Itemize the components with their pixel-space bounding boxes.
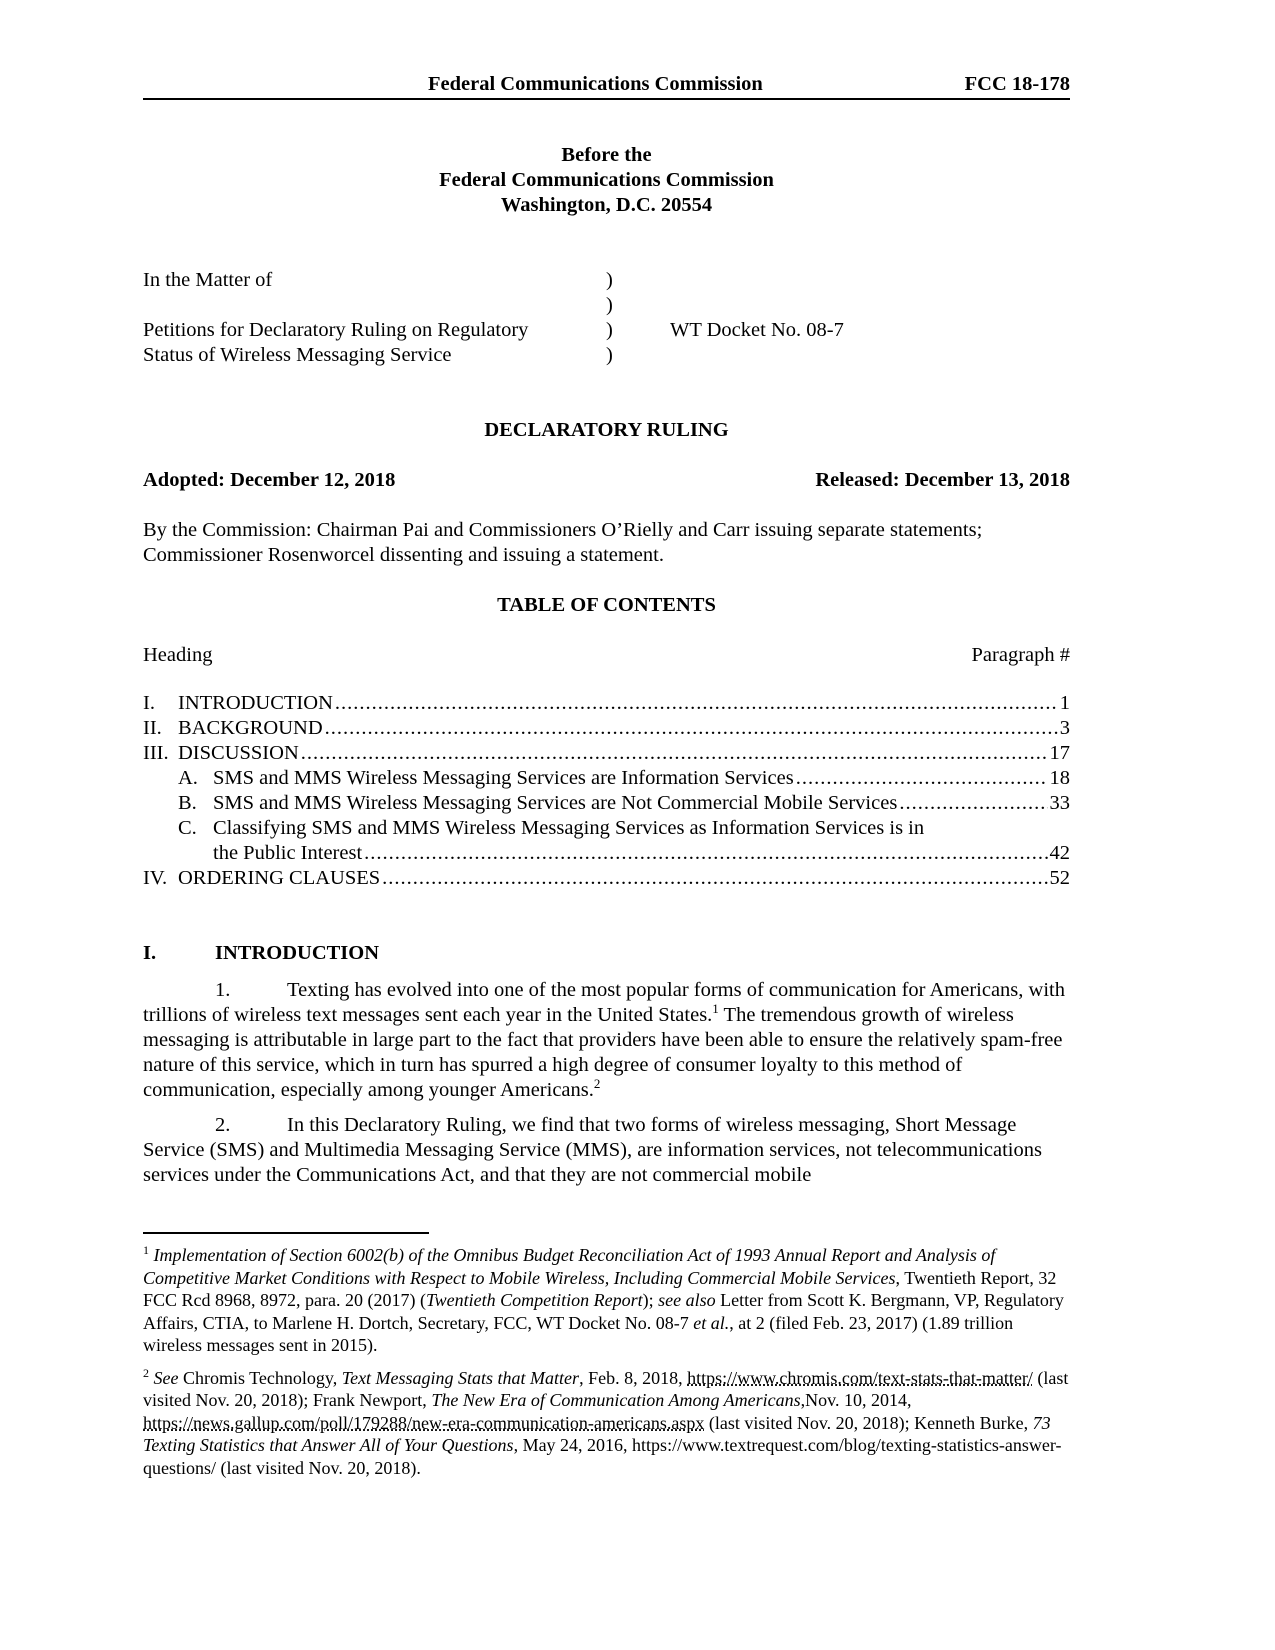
toc-heading-label: Heading [143, 644, 213, 666]
paragraph-2: 2. In this Declaratory Ruling, we find th… [143, 1113, 1070, 1188]
toc-entry-paragraph: 18 [1049, 767, 1071, 789]
footnote-separator [143, 1232, 429, 1234]
section-number: I. [143, 942, 157, 964]
footnote-link[interactable]: https://www.chromis.com/text-stats-that-… [687, 1368, 1033, 1388]
before-address: Washington, D.C. 20554 [500, 194, 713, 216]
page-header: Federal Communications Commission FCC 18… [143, 72, 1070, 100]
toc-entry-paragraph: 17 [1049, 742, 1071, 764]
dates-row: Adopted: December 12, 2018 Released: Dec… [143, 468, 1070, 493]
before-block: Before the Federal Communications Commis… [143, 143, 1070, 218]
toc-entry-number: IV. [143, 867, 168, 889]
toc-leader-dots [899, 791, 1047, 816]
body-text: 1. Texting has evolved into one of the mo… [143, 978, 1070, 1198]
footnote-text: , Feb. 8, 2018, [579, 1367, 688, 1388]
header-doc-number: FCC 18-178 [964, 73, 1070, 95]
toc-entry-paragraph: 3 [1059, 717, 1070, 739]
caption-paren: ) [606, 269, 613, 291]
footnote-text: Chromis Technology, [178, 1367, 342, 1388]
toc-title: TABLE OF CONTENTS [497, 594, 716, 616]
toc-entry-discussion-a[interactable]: A. SMS and MMS Wireless Messaging Servic… [143, 766, 1070, 791]
toc-entry-label: ORDERING CLAUSES [178, 867, 381, 889]
toc-entry-introduction[interactable]: I. INTRODUCTION 1 [143, 691, 1070, 716]
footnote-italic: Implementation of Section 6002(b) of the… [143, 1245, 996, 1288]
toc-entry-label: DISCUSSION [178, 742, 299, 764]
caption-left: Petitions for Declaratory Ruling on Regu… [143, 319, 529, 341]
caption-left: In the Matter of [143, 269, 273, 291]
footnote-number: 2 [143, 1365, 149, 1380]
footnote-text: (last visited Nov. 20, 2018); Kenneth Bu… [704, 1412, 1033, 1433]
caption-row: ) [143, 293, 1070, 318]
toc-entry-discussion-c[interactable]: C. Classifying SMS and MMS Wireless Mess… [143, 816, 1070, 841]
toc-entry-paragraph: 42 [1049, 842, 1071, 864]
paragraph-1: 1. Texting has evolved into one of the mo… [143, 978, 1070, 1103]
header-agency: Federal Communications Commission [428, 73, 763, 95]
released-date: Released: December 13, 2018 [815, 469, 1070, 491]
caption-row: In the Matter of ) [143, 268, 1070, 293]
toc-leader-dots [335, 691, 1058, 716]
toc-entry-background[interactable]: II. BACKGROUND 3 [143, 716, 1070, 741]
footnote-italic: The New Era of Communication Among Ameri… [431, 1390, 801, 1410]
section-title: INTRODUCTION [215, 942, 380, 964]
toc-entry-number: C. [178, 817, 197, 839]
footnote-1: 1 Implementation of Section 6002(b) of t… [143, 1244, 1070, 1357]
footnote-italic: et al. [693, 1312, 730, 1333]
paragraph-number: 1. [215, 979, 231, 1001]
toc-entry-discussion-b[interactable]: B. SMS and MMS Wireless Messaging Servic… [143, 791, 1070, 816]
caption-left: Status of Wireless Messaging Service [143, 344, 452, 366]
toc-leader-dots [325, 716, 1058, 741]
toc-entry-discussion[interactable]: III. DISCUSSION 17 [143, 741, 1070, 766]
paragraph-number: 2. [215, 1114, 231, 1136]
toc-column-headers: Heading Paragraph # [143, 643, 1070, 668]
footnote-ref[interactable]: 2 [594, 1076, 601, 1091]
toc-entry-label: BACKGROUND [178, 717, 323, 739]
caption-row: Petitions for Declaratory Ruling on Regu… [143, 318, 1070, 343]
footnote-text: ,Nov. 10, 2014, [800, 1390, 912, 1410]
toc-leader-dots [364, 841, 1047, 866]
toc-leader-dots [301, 741, 1048, 766]
toc-entry-discussion-c-continued[interactable]: the Public Interest 42 [143, 841, 1070, 866]
before-agency: Federal Communications Commission [439, 169, 774, 191]
toc-entry-label: SMS and MMS Wireless Messaging Services … [213, 792, 898, 814]
case-caption: In the Matter of ) ) Petitions for Decla… [143, 268, 1070, 368]
toc-paragraph-label: Paragraph # [971, 644, 1070, 666]
toc-leader-dots [382, 866, 1047, 891]
section-heading: I. INTRODUCTION [143, 941, 1070, 966]
toc-entry-paragraph: 52 [1049, 867, 1071, 889]
toc-entry-number: III. [143, 742, 169, 764]
footnotes: 1 Implementation of Section 6002(b) of t… [143, 1244, 1070, 1489]
toc-entry-paragraph: 1 [1059, 692, 1070, 714]
caption-paren: ) [606, 294, 613, 316]
toc-entry-number: A. [178, 767, 198, 789]
footnote-italic: Twentieth Competition Report [425, 1290, 643, 1310]
table-of-contents: I. INTRODUCTION 1 II. BACKGROUND 3 III. … [143, 691, 1070, 891]
by-commission-statement: By the Commission: Chairman Pai and Comm… [143, 519, 983, 566]
toc-entry-ordering-clauses[interactable]: IV. ORDERING CLAUSES 52 [143, 866, 1070, 891]
footnote-link[interactable]: https://news.gallup.com/poll/179288/new-… [143, 1413, 704, 1433]
caption-row: Status of Wireless Messaging Service ) [143, 343, 1070, 368]
toc-entry-paragraph: 33 [1049, 792, 1071, 814]
toc-entry-label: SMS and MMS Wireless Messaging Services … [213, 767, 794, 789]
toc-entry-number: B. [178, 792, 197, 814]
caption-docket: WT Docket No. 08-7 [670, 319, 844, 341]
document-title: DECLARATORY RULING [484, 419, 729, 441]
caption-paren: ) [606, 319, 613, 341]
toc-entry-label: Classifying SMS and MMS Wireless Messagi… [213, 817, 925, 839]
caption-paren: ) [606, 344, 613, 366]
toc-entry-label-continued: the Public Interest [213, 842, 363, 864]
footnote-text: ); [642, 1290, 659, 1310]
footnote-number: 1 [143, 1243, 149, 1257]
footnote-italic: see also [658, 1290, 716, 1310]
toc-leader-dots [796, 766, 1048, 791]
footnote-italic: See [153, 1367, 179, 1388]
toc-entry-label: INTRODUCTION [178, 692, 333, 714]
before-line: Before the [561, 144, 652, 166]
toc-entry-number: II. [143, 717, 162, 739]
adopted-date: Adopted: December 12, 2018 [143, 469, 396, 491]
footnote-italic: Text Messaging Stats that Matter [341, 1367, 580, 1388]
footnote-2: 2 See Chromis Technology, Text Messaging… [143, 1367, 1070, 1480]
toc-entry-number: I. [143, 692, 155, 714]
